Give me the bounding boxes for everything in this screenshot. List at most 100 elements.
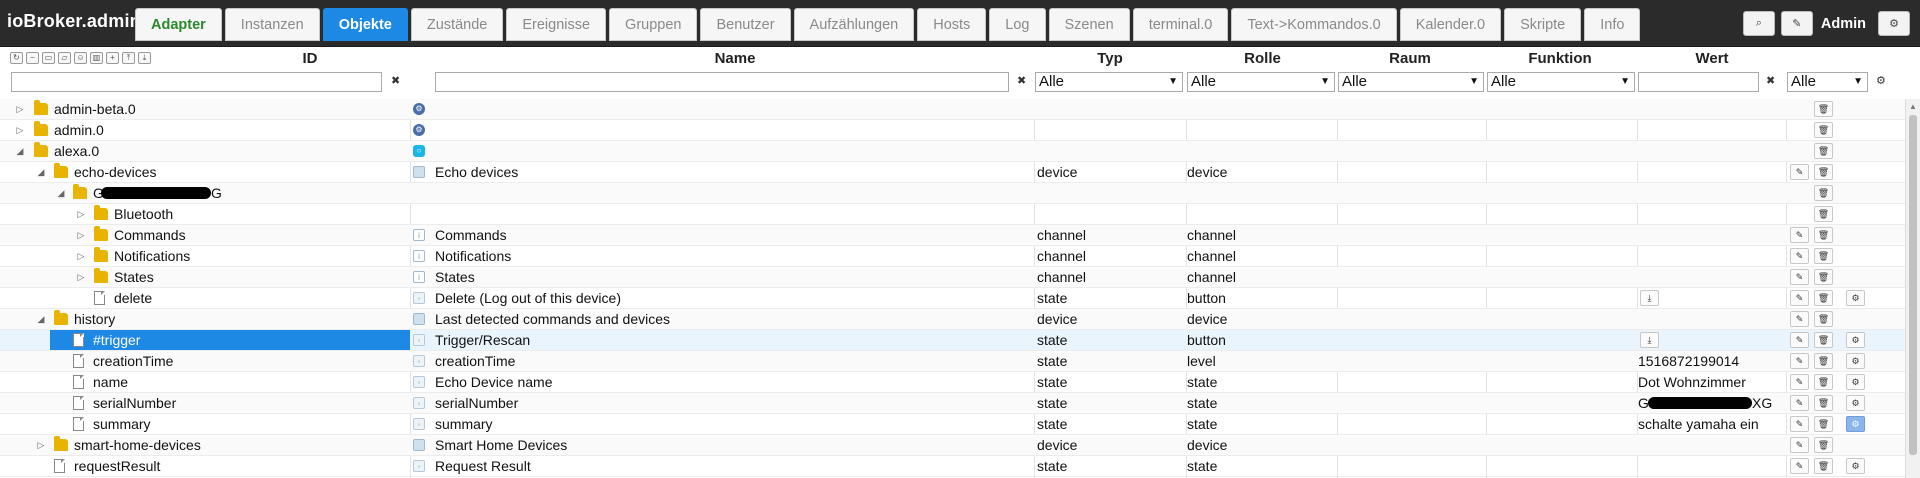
- edit-button[interactable]: ✎: [1790, 311, 1809, 327]
- collapse-icon[interactable]: ◢: [56, 183, 66, 203]
- settings-button[interactable]: ⚙: [1878, 11, 1910, 36]
- tab-info[interactable]: Info: [1584, 8, 1641, 41]
- tab-skripte[interactable]: Skripte: [1504, 8, 1582, 41]
- typ-filter-select[interactable]: Alle ▼: [1035, 72, 1183, 92]
- edit-button[interactable]: ✎: [1790, 164, 1809, 180]
- raum-filter-select[interactable]: Alle ▼: [1338, 72, 1484, 92]
- tab-kalender[interactable]: Kalender.0: [1399, 8, 1502, 41]
- table-row[interactable]: delete ◦ Delete (Log out of this device)…: [0, 288, 1920, 309]
- table-row[interactable]: ◢ G G 🗑: [0, 183, 1920, 204]
- table-row[interactable]: ▷ Notifications i Notifications channel …: [0, 246, 1920, 267]
- edit-button[interactable]: ✎: [1790, 227, 1809, 243]
- delete-button[interactable]: 🗑: [1814, 269, 1833, 285]
- scrollbar-thumb[interactable]: [1909, 115, 1917, 455]
- col-wert[interactable]: Wert: [1687, 50, 1737, 67]
- col-raum[interactable]: Raum: [1385, 50, 1435, 67]
- search-button[interactable]: ⌕: [1742, 11, 1775, 36]
- clear-name-filter-icon[interactable]: ✖: [1017, 74, 1026, 87]
- table-row[interactable]: ▷ smart-home-devices Smart Home Devices …: [0, 435, 1920, 456]
- collapse-icon[interactable]: −: [26, 52, 39, 64]
- settings-button[interactable]: ⚙: [1846, 374, 1865, 390]
- edit-button[interactable]: ✎: [1790, 458, 1809, 474]
- settings-button[interactable]: ⚙: [1846, 458, 1865, 474]
- settings-button[interactable]: ⚙: [1846, 395, 1865, 411]
- tab-hosts[interactable]: Hosts: [917, 8, 987, 41]
- edit-button[interactable]: ✎: [1790, 248, 1809, 264]
- expand-icon[interactable]: ▷: [36, 435, 46, 455]
- col-id[interactable]: ID: [290, 50, 330, 67]
- edit-button[interactable]: ✎: [1790, 332, 1809, 348]
- delete-button[interactable]: 🗑: [1814, 458, 1833, 474]
- scroll-up-icon[interactable]: ▲: [1909, 102, 1917, 111]
- extra-filter-select[interactable]: Alle ▼: [1787, 72, 1868, 92]
- table-row[interactable]: creationTime ◦ creationTime state level …: [0, 351, 1920, 372]
- table-row-selected[interactable]: #trigger ◦ Trigger/Rescan state button ⤓…: [0, 330, 1920, 351]
- clear-id-filter-icon[interactable]: ✖: [391, 74, 400, 87]
- refresh-icon[interactable]: ↻: [10, 52, 23, 64]
- delete-button[interactable]: 🗑: [1814, 353, 1833, 369]
- tab-adapter[interactable]: Adapter: [135, 8, 222, 41]
- user-icon[interactable]: ☺: [74, 52, 87, 64]
- delete-button[interactable]: 🗑: [1814, 395, 1833, 411]
- tab-objekte[interactable]: Objekte: [322, 8, 408, 41]
- delete-button[interactable]: 🗑: [1814, 416, 1833, 432]
- collapse-icon[interactable]: ◢: [15, 141, 25, 161]
- row-wert[interactable]: schalte yamaha ein: [1638, 414, 1759, 434]
- folder-icon[interactable]: ▭: [42, 52, 55, 64]
- settings-button[interactable]: ⚙: [1846, 290, 1865, 306]
- tab-instanzen[interactable]: Instanzen: [224, 8, 320, 41]
- expand-icon[interactable]: ▷: [76, 204, 86, 224]
- table-row[interactable]: ◢ echo-devices Echo devices device devic…: [0, 162, 1920, 183]
- table-row[interactable]: name ◦ Echo Device name state state Dot …: [0, 372, 1920, 393]
- edit-button[interactable]: ✎: [1790, 269, 1809, 285]
- table-row[interactable]: ▷ admin-beta.0 ⚙ 🗑: [0, 99, 1920, 120]
- tab-aufzaehlungen[interactable]: Aufzählungen: [793, 8, 915, 41]
- col-rolle[interactable]: Rolle: [1235, 50, 1290, 67]
- delete-button[interactable]: 🗑: [1814, 164, 1833, 180]
- delete-button[interactable]: 🗑: [1814, 227, 1833, 243]
- tab-gruppen[interactable]: Gruppen: [609, 8, 698, 41]
- table-row[interactable]: ◢ alexa.0 ○ 🗑: [0, 141, 1920, 162]
- wert-filter-input[interactable]: [1638, 72, 1759, 92]
- delete-button[interactable]: 🗑: [1814, 248, 1833, 264]
- expand-icon[interactable]: ▷: [76, 267, 86, 287]
- upload-icon[interactable]: ⤒: [122, 52, 135, 64]
- edit-button[interactable]: ✎: [1790, 437, 1809, 453]
- tab-zustaende[interactable]: Zustände: [410, 8, 504, 41]
- download-icon[interactable]: ⤓: [138, 52, 151, 64]
- table-row[interactable]: ▷ Commands i Commands channel channel ✎ …: [0, 225, 1920, 246]
- table-row[interactable]: ▷ admin.0 ⚙ 🗑: [0, 120, 1920, 141]
- delete-button[interactable]: 🗑: [1814, 290, 1833, 306]
- settings-button[interactable]: ⚙: [1846, 332, 1865, 348]
- clear-wert-filter-icon[interactable]: ✖: [1766, 74, 1775, 87]
- table-row[interactable]: summary ◦ summary state state schalte ya…: [0, 414, 1920, 435]
- col-typ[interactable]: Typ: [1085, 50, 1135, 67]
- delete-button[interactable]: 🗑: [1814, 206, 1833, 222]
- expand-icon[interactable]: ▷: [76, 246, 86, 266]
- collapse-icon[interactable]: ◢: [36, 309, 46, 329]
- table-row[interactable]: ◢ history Last detected commands and dev…: [0, 309, 1920, 330]
- delete-button[interactable]: 🗑: [1814, 143, 1833, 159]
- delete-button[interactable]: 🗑: [1814, 101, 1833, 117]
- id-filter-input[interactable]: [11, 72, 382, 92]
- collapse-icon[interactable]: ◢: [36, 162, 46, 182]
- edit-button[interactable]: ✎: [1790, 353, 1809, 369]
- edit-button[interactable]: ✎: [1790, 290, 1809, 306]
- edit-button[interactable]: ✎: [1790, 374, 1809, 390]
- delete-button[interactable]: 🗑: [1814, 374, 1833, 390]
- row-wert[interactable]: 1516872199014: [1638, 351, 1739, 371]
- tab-log[interactable]: Log: [989, 8, 1046, 41]
- folder-open-icon[interactable]: ▱: [58, 52, 71, 64]
- tab-terminal[interactable]: terminal.0: [1132, 8, 1229, 41]
- delete-button[interactable]: 🗑: [1814, 185, 1833, 201]
- edit-button[interactable]: ✎: [1780, 11, 1813, 36]
- settings-icon[interactable]: ⚙: [1876, 74, 1886, 87]
- settings-button[interactable]: ⚙: [1846, 353, 1865, 369]
- expand-icon[interactable]: ▷: [76, 225, 86, 245]
- table-row[interactable]: serialNumber ◦ serialNumber state state …: [0, 393, 1920, 414]
- tab-text-kommandos[interactable]: Text->Kommandos.0: [1231, 8, 1397, 41]
- settings-button-active[interactable]: ⚙: [1846, 416, 1865, 432]
- col-name[interactable]: Name: [700, 50, 770, 67]
- table-row[interactable]: ▷ States i States channel channel ✎ 🗑: [0, 267, 1920, 288]
- tab-szenen[interactable]: Szenen: [1048, 8, 1130, 41]
